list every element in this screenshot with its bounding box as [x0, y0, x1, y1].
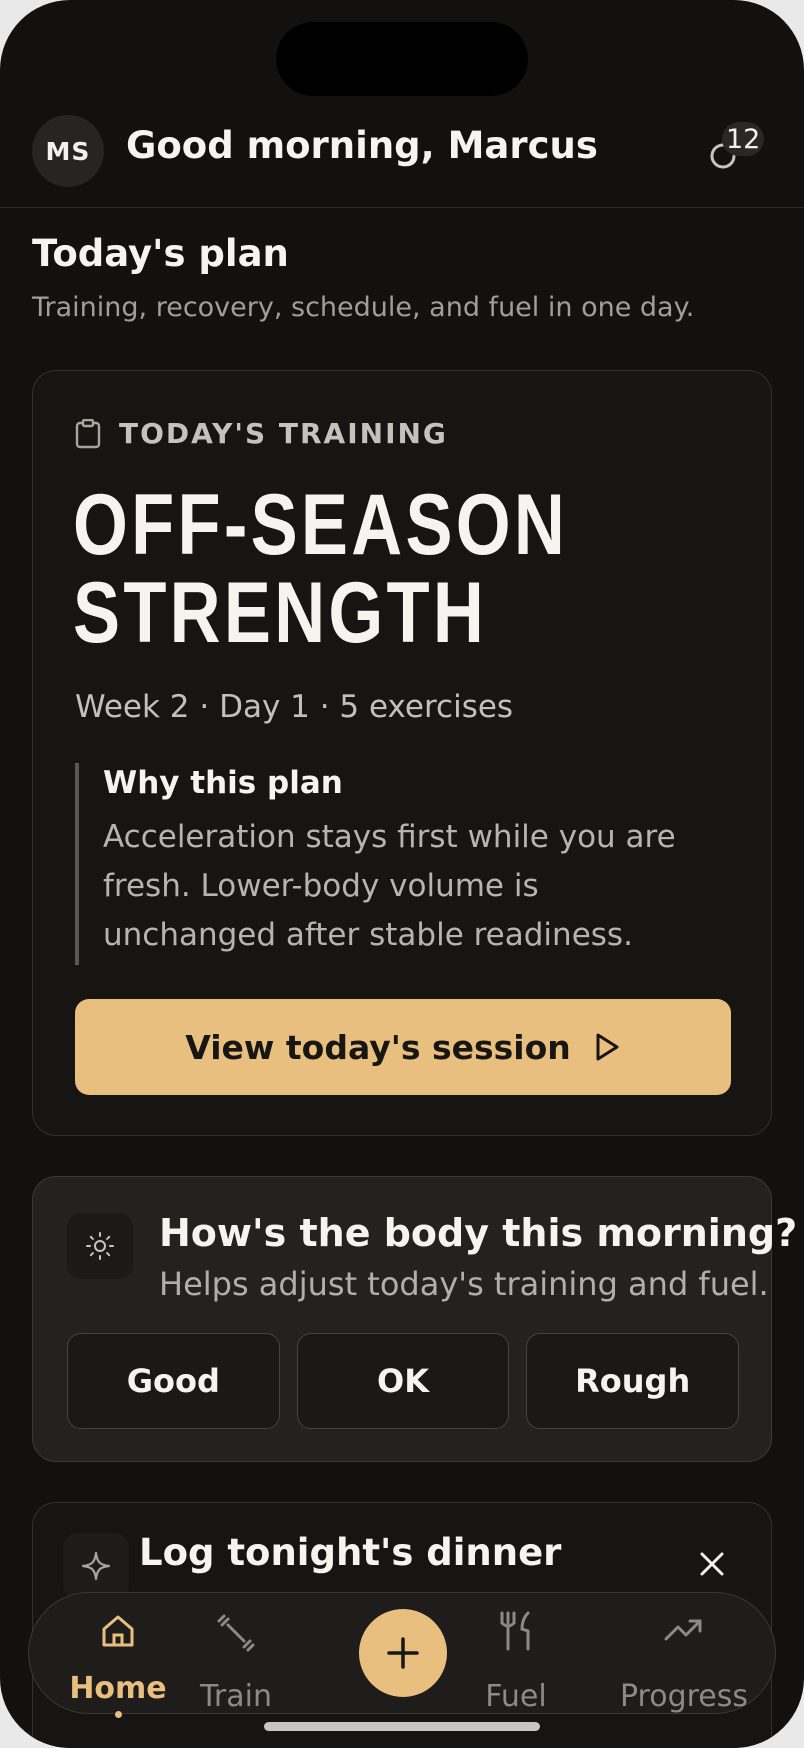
why-text: Acceleration stays first while you are f…	[103, 819, 676, 953]
nav-fuel-label: Fuel	[485, 1679, 547, 1714]
view-session-button[interactable]: View today's session	[75, 999, 731, 1095]
why-this-plan: Why this plan Acceleration stays first w…	[75, 763, 715, 965]
sun-icon-box	[67, 1213, 133, 1279]
home-indicator	[264, 1722, 540, 1731]
dinner-title: Log tonight's dinner	[139, 1531, 562, 1574]
dumbbell-icon	[217, 1614, 255, 1652]
section-subtitle: Training, recovery, schedule, and fuel i…	[32, 292, 695, 323]
training-label-text: TODAY'S TRAINING	[119, 417, 448, 450]
sparkle-icon	[81, 1551, 111, 1581]
nav-train-label: Train	[200, 1679, 272, 1714]
readiness-ok-button[interactable]: OK	[296, 1333, 510, 1429]
sync-button[interactable]: 12	[700, 120, 765, 184]
section-title: Today's plan	[32, 232, 289, 275]
active-indicator	[114, 1711, 122, 1718]
nav-progress[interactable]: Progress	[609, 1593, 759, 1715]
training-title: OFF-SEASON STRENGTH	[73, 477, 569, 661]
nav-home-label: Home	[69, 1671, 167, 1706]
play-icon	[596, 1033, 619, 1061]
readiness-options: Good OK Rough	[67, 1333, 740, 1429]
training-meta: Week 2 · Day 1 · 5 exercises	[75, 689, 514, 725]
nav-fuel[interactable]: Fuel	[461, 1593, 571, 1715]
view-session-label: View today's session	[185, 1027, 571, 1067]
why-title: Why this plan	[103, 765, 343, 801]
bottom-nav: Home Train Fuel Progress	[28, 1592, 776, 1718]
app-header: MS Good morning, Marcus 12	[0, 110, 804, 208]
dynamic-island	[276, 22, 528, 96]
sun-icon	[86, 1232, 114, 1260]
readiness-rough-button[interactable]: Rough	[526, 1333, 740, 1429]
avatar[interactable]: MS	[32, 115, 104, 187]
training-card: TODAY'S TRAINING OFF-SEASON STRENGTH Wee…	[32, 370, 772, 1136]
add-button[interactable]	[359, 1609, 447, 1697]
training-label: TODAY'S TRAINING	[75, 417, 448, 450]
nav-home[interactable]: Home	[63, 1593, 173, 1718]
greeting-title: Good morning, Marcus	[126, 124, 598, 167]
home-icon	[102, 1615, 134, 1647]
readiness-card: How's the body this morning? Helps adjus…	[32, 1176, 797, 1462]
readiness-subtitle: Helps adjust today's training and fuel.	[159, 1265, 769, 1303]
clipboard-icon	[75, 418, 101, 448]
nav-progress-label: Progress	[619, 1679, 749, 1714]
phone-screen: MS Good morning, Marcus 12 Today's plan …	[0, 0, 804, 1748]
utensils-icon	[500, 1611, 530, 1651]
readiness-good-button[interactable]: Good	[67, 1333, 280, 1429]
notification-badge: 12	[722, 122, 765, 156]
plus-icon	[387, 1637, 419, 1669]
readiness-title: How's the body this morning?	[159, 1211, 798, 1255]
sparkle-icon-box	[63, 1533, 129, 1599]
close-icon[interactable]	[697, 1549, 727, 1579]
nav-train[interactable]: Train	[181, 1593, 291, 1715]
trending-up-icon	[664, 1619, 702, 1641]
